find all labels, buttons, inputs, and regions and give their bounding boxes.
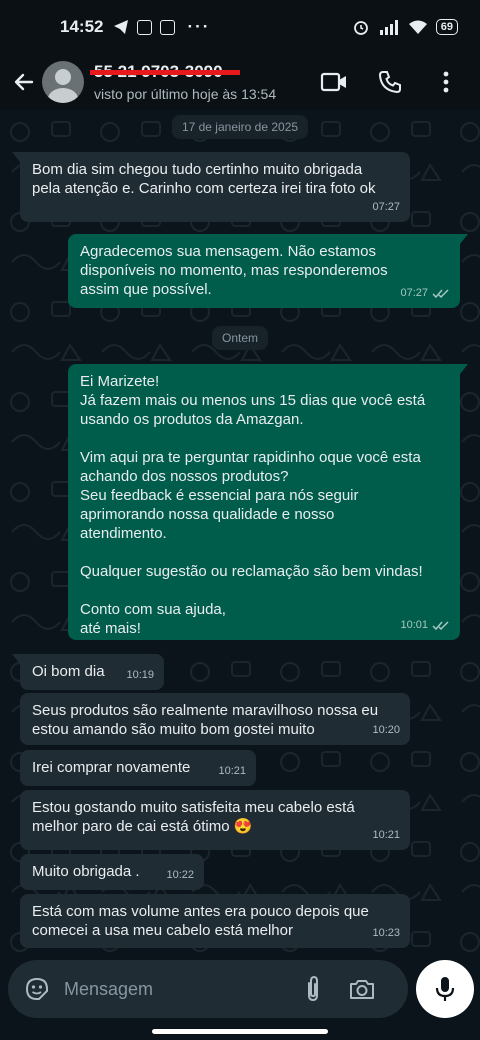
message-text: Irei comprar novamente [32,759,191,776]
camera-icon [350,980,374,999]
voice-call-button[interactable] [374,66,406,98]
message-text: Agradecemos sua mensagem. Não estamos di… [80,243,388,298]
back-arrow-icon [14,73,34,91]
message-time: 10:19 [126,669,154,681]
mic-icon [435,977,455,1001]
message-text: Está com mas volume antes era pouco depo… [32,903,369,939]
message-incoming[interactable]: Oi bom dia 10:19 [12,654,164,690]
message-incoming[interactable]: Irei comprar novamente 10:21 [20,750,256,786]
message-time: 07:27 [400,287,428,299]
message-incoming[interactable]: Seus produtos são realmente maravilhoso … [20,693,410,745]
notification-icons [113,19,176,35]
message-text: Seus produtos são realmente maravilhoso … [32,702,379,738]
message-outgoing[interactable]: Agradecemos sua mensagem. Não estamos di… [68,234,468,308]
date-separator: Ontem [211,326,269,350]
message-text: Bom dia sim chegou tudo certinho muito o… [32,161,376,197]
kebab-menu-icon [443,71,449,93]
gallery-notification-icon [137,19,153,35]
telegram-icon [114,20,129,34]
read-ticks-icon [432,289,449,299]
message-outgoing[interactable]: Ei Marizete! Já fazem mais ou menos uns … [68,364,468,640]
home-indicator[interactable] [152,1029,328,1034]
last-seen-status: visto por último hoje às 13:54 [94,86,277,102]
message-time: 10:23 [372,927,400,939]
read-ticks-icon [432,621,449,631]
alarm-icon [353,21,368,35]
message-time: 10:20 [372,724,400,736]
attach-button[interactable] [298,974,328,1004]
message-time: 10:21 [372,829,400,841]
video-call-icon [320,72,346,92]
status-time: 14:52 [60,17,104,36]
overflow-menu-button[interactable] [430,66,462,98]
attach-icon [308,975,318,1002]
message-time: 07:27 [372,201,400,213]
app-notification-icon [160,19,176,35]
video-call-button[interactable] [318,66,350,98]
message-incoming[interactable]: Bom dia sim chegou tudo certinho muito o… [12,152,410,222]
message-time: 10:22 [166,869,194,881]
message-input-container[interactable] [8,960,408,1018]
message-incoming[interactable]: Muito obrigada . 10:22 [20,854,204,890]
status-bar: 14:52 ··· 69 [0,0,480,54]
message-composer [0,956,480,1040]
redaction-bar [90,70,240,75]
date-separator: 17 de janeiro de 2025 [171,115,309,139]
avatar[interactable] [42,61,84,103]
signal-icon [379,20,398,35]
contact-info[interactable]: 55 21 9703-3090 visto por último hoje às… [90,60,314,104]
message-time: 10:01 [400,619,428,631]
back-button[interactable] [6,62,42,102]
phone-icon [378,71,401,94]
wifi-icon [408,20,427,34]
conversation[interactable]: 17 de janeiro de 2025 Bom dia sim chegou… [0,110,480,956]
message-time: 10:21 [218,765,246,777]
voice-record-button[interactable] [416,960,474,1018]
message-text: Estou gostando muito satisfeita meu cabe… [32,799,355,835]
sticker-button[interactable] [22,974,52,1004]
message-incoming[interactable]: Estou gostando muito satisfeita meu cabe… [20,790,410,850]
chat-header: 55 21 9703-3090 visto por último hoje às… [0,54,480,110]
more-notifications-icon: ··· [187,17,211,36]
sticker-icon [25,977,48,1000]
camera-button[interactable] [346,974,378,1004]
battery-indicator: 69 [435,19,458,35]
message-incoming[interactable]: Está com mas volume antes era pouco depo… [20,894,410,948]
message-input[interactable] [64,978,284,1000]
message-text: Ei Marizete! Já fazem mais ou menos uns … [80,373,426,637]
